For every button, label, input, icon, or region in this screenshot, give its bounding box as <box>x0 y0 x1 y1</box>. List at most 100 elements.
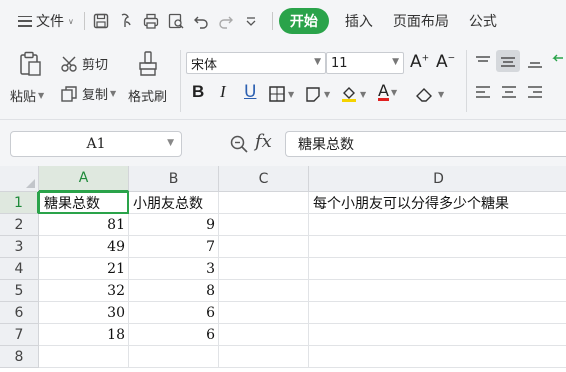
zoom-icon[interactable] <box>229 134 249 154</box>
cell-d1[interactable]: 每个小朋友可以分得多少个糖果 <box>309 192 566 214</box>
cell-d3[interactable] <box>309 236 566 258</box>
customize-icon[interactable] <box>241 11 261 31</box>
tab-insert[interactable]: 插入 <box>335 8 383 34</box>
column-header-d[interactable]: D <box>309 166 566 192</box>
file-menu[interactable]: 文件 ∨ <box>14 8 78 34</box>
row-header-7[interactable]: 7 <box>0 324 39 346</box>
font-name-select[interactable]: 宋体 ▼ <box>186 52 326 74</box>
cell-a7[interactable]: 18 <box>39 324 129 346</box>
cell-c7[interactable] <box>219 324 309 346</box>
font-color-button[interactable]: A ▼ <box>378 83 397 101</box>
increase-font-icon[interactable]: A+ <box>410 52 429 72</box>
paste-icon[interactable] <box>18 50 44 78</box>
hamburger-icon <box>18 15 32 27</box>
decrease-font-icon[interactable]: A− <box>436 52 455 72</box>
cell-c5[interactable] <box>219 280 309 302</box>
cell-d4[interactable] <box>309 258 566 280</box>
chevron-down-icon: ▼ <box>38 91 45 100</box>
borders-button[interactable]: ▼ <box>268 85 294 103</box>
column-header-a[interactable]: A <box>39 166 129 192</box>
formula-bar: A1 ▼ fx 糖果总数 <box>0 120 566 166</box>
tab-formulas[interactable]: 公式 <box>459 8 507 34</box>
cell-c6[interactable] <box>219 302 309 324</box>
row-header-3[interactable]: 3 <box>0 236 39 258</box>
save-icon[interactable] <box>91 11 111 31</box>
borders-icon <box>269 86 285 102</box>
row-header-6[interactable]: 6 <box>0 302 39 324</box>
name-box[interactable]: A1 ▼ <box>10 131 182 157</box>
chevron-down-icon: ▼ <box>314 57 321 67</box>
bold-button[interactable]: B <box>192 82 204 102</box>
cut-button[interactable]: 剪切 <box>60 54 108 73</box>
copy-button[interactable]: 复制 ▼ <box>60 84 116 103</box>
cell-a8[interactable] <box>39 346 129 368</box>
cell-c8[interactable] <box>219 346 309 368</box>
cell-b8[interactable] <box>129 346 219 368</box>
italic-button[interactable]: I <box>220 82 226 102</box>
formula-input[interactable]: 糖果总数 <box>285 131 566 157</box>
align-left-icon[interactable] <box>474 84 492 100</box>
print-icon[interactable] <box>141 11 161 31</box>
cell-a1[interactable]: 糖果总数 <box>38 191 129 214</box>
paint-bucket-icon <box>342 87 356 102</box>
row-header-5[interactable]: 5 <box>0 280 39 302</box>
fx-icon[interactable]: fx <box>255 131 272 152</box>
cell-b1[interactable]: 小朋友总数 <box>129 192 219 214</box>
cell-c4[interactable] <box>219 258 309 280</box>
copy-label: 复制 <box>82 88 109 103</box>
cell-d7[interactable] <box>309 324 566 346</box>
cell-d8[interactable] <box>309 346 566 368</box>
cell-a6[interactable]: 30 <box>39 302 129 324</box>
scissors-icon <box>61 56 77 72</box>
fill-style-button[interactable]: ▼ <box>304 85 330 103</box>
cell-d6[interactable] <box>309 302 566 324</box>
clear-button[interactable]: ▼ <box>414 85 444 103</box>
row-header-8[interactable]: 8 <box>0 346 39 368</box>
row-header-2[interactable]: 2 <box>0 214 39 236</box>
redo-icon[interactable] <box>216 11 236 31</box>
select-all-corner[interactable] <box>0 166 39 192</box>
file-menu-label: 文件 <box>36 14 64 30</box>
row-header-1[interactable]: 1 <box>0 192 39 214</box>
format-painter-icon[interactable] <box>116 11 136 31</box>
copy-icon <box>61 85 77 102</box>
cell-b2[interactable]: 9 <box>129 214 219 236</box>
print-preview-icon[interactable] <box>166 11 186 31</box>
cell-a4[interactable]: 21 <box>39 258 129 280</box>
row-header-4[interactable]: 4 <box>0 258 39 280</box>
align-middle-icon[interactable] <box>496 50 520 72</box>
font-size-select[interactable]: 11 ▼ <box>326 52 404 74</box>
cell-b7[interactable]: 6 <box>129 324 219 346</box>
underline-button[interactable]: U <box>244 82 256 102</box>
cell-c1[interactable] <box>219 192 309 214</box>
tab-home[interactable]: 开始 <box>278 8 329 34</box>
fill-color-button[interactable]: ▼ <box>340 85 366 103</box>
cell-b3[interactable]: 7 <box>129 236 219 258</box>
cell-a3[interactable]: 49 <box>39 236 129 258</box>
align-bottom-icon[interactable] <box>526 54 544 70</box>
format-painter-button[interactable]: 格式刷 <box>128 86 167 105</box>
cell-c3[interactable] <box>219 236 309 258</box>
cell-b6[interactable]: 6 <box>129 302 219 324</box>
wrap-text-icon[interactable] <box>550 54 564 70</box>
paste-button[interactable]: 粘贴 ▼ <box>10 86 44 105</box>
cell-a5[interactable]: 32 <box>39 280 129 302</box>
cell-c2[interactable] <box>219 214 309 236</box>
column-header-b[interactable]: B <box>129 166 219 192</box>
align-top-icon[interactable] <box>474 54 492 70</box>
divider <box>180 50 181 112</box>
cell-b5[interactable]: 8 <box>129 280 219 302</box>
cell-d5[interactable] <box>309 280 566 302</box>
undo-icon[interactable] <box>191 11 211 31</box>
font-size-value: 11 <box>331 55 348 71</box>
cell-a2[interactable]: 81 <box>39 214 129 236</box>
align-center-icon[interactable] <box>500 84 518 100</box>
cell-reference: A1 <box>86 136 106 152</box>
column-header-c[interactable]: C <box>219 166 309 192</box>
divider <box>466 50 467 112</box>
tab-page-layout[interactable]: 页面布局 <box>383 8 459 34</box>
cell-d2[interactable] <box>309 214 566 236</box>
format-painter-large-icon[interactable] <box>136 50 162 78</box>
align-right-icon[interactable] <box>526 84 544 100</box>
cell-b4[interactable]: 3 <box>129 258 219 280</box>
